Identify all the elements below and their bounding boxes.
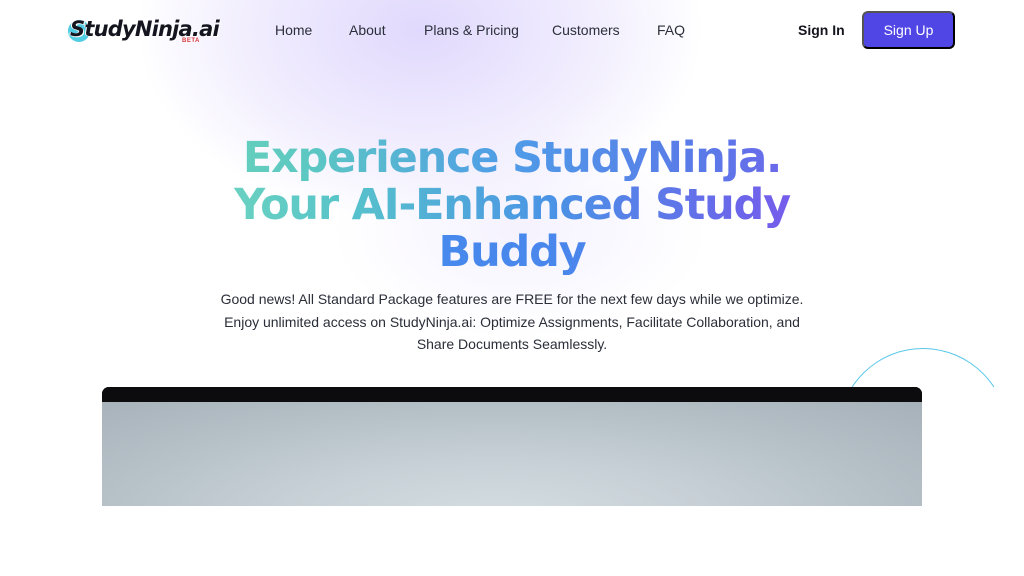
sign-in-link[interactable]: Sign In [798, 22, 845, 38]
app-screen-preview [102, 387, 922, 506]
sign-up-button[interactable]: Sign Up [862, 11, 955, 49]
nav-customers[interactable]: Customers [552, 22, 620, 38]
preview-window-bar [102, 387, 922, 402]
hero-subtitle: Good news! All Standard Package features… [220, 291, 804, 352]
hero-title-line-1: Experience StudyNinja. [112, 135, 912, 182]
nav-faq[interactable]: FAQ [657, 22, 685, 38]
hero-title: Experience StudyNinja. Your AI-Enhanced … [112, 135, 912, 276]
brand-logo[interactable]: StudyNinja.ai BETA [68, 14, 220, 48]
hero-title-line-2: Your AI-Enhanced Study [112, 182, 912, 229]
nav-plans-pricing[interactable]: Plans & Pricing [424, 22, 519, 38]
preview-screenshot-image [102, 402, 922, 506]
hero-title-line-3: Buddy [112, 229, 912, 276]
beta-badge: BETA [182, 38, 200, 44]
site-header: StudyNinja.ai BETA Home About Plans & Pr… [0, 0, 1024, 62]
nav-home[interactable]: Home [275, 22, 312, 38]
nav-about[interactable]: About [349, 22, 386, 38]
